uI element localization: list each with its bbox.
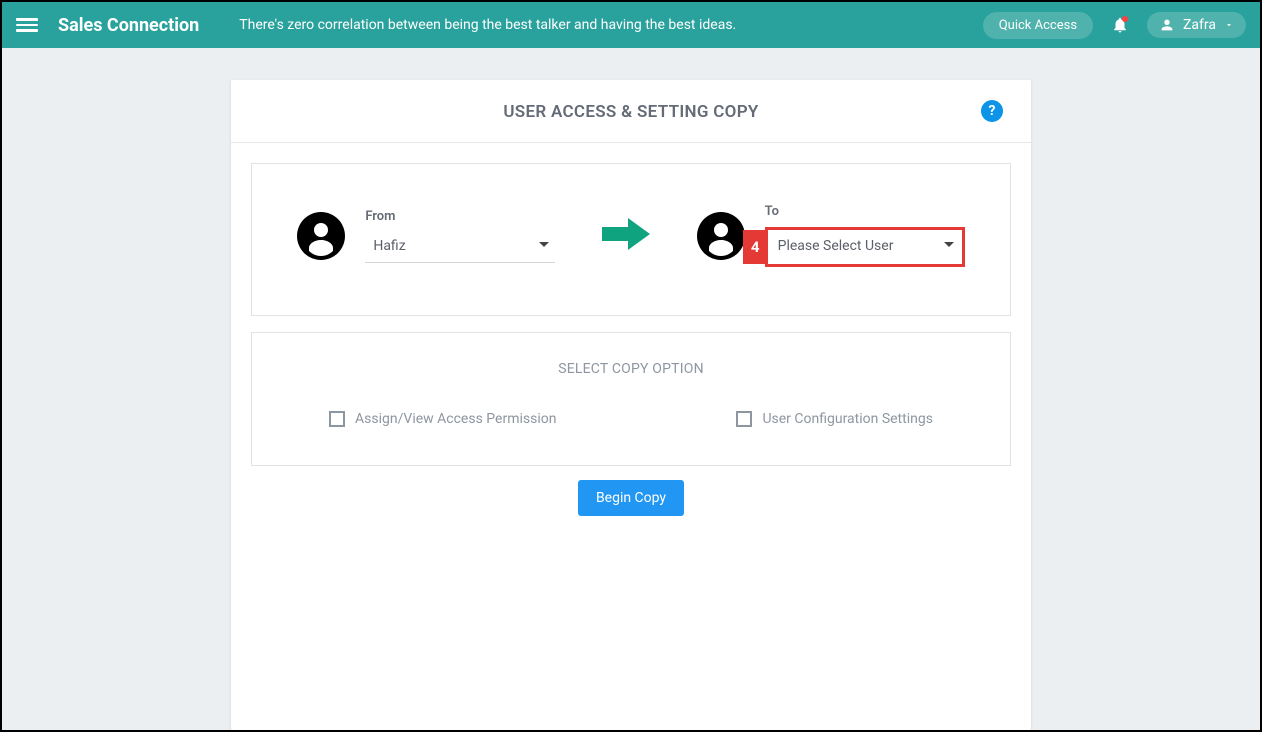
settings-card: USER ACCESS & SETTING COPY ? From Hafiz [231,80,1031,730]
from-label: From [365,209,555,224]
begin-copy-button[interactable]: Begin Copy [578,480,684,516]
to-avatar-icon [697,212,745,260]
help-icon[interactable]: ? [981,100,1003,122]
from-avatar-icon [297,212,345,260]
to-select-highlight: 4 Please Select User [765,227,965,267]
card-header: USER ACCESS & SETTING COPY ? [231,80,1031,143]
checkbox-label-1: Assign/View Access Permission [355,411,556,427]
to-user-select[interactable]: Please Select User [770,232,960,262]
checkbox-label-2: User Configuration Settings [762,411,933,427]
content-area: USER ACCESS & SETTING COPY ? From Hafiz [2,48,1260,730]
copy-option-panel: SELECT COPY OPTION Assign/View Access Pe… [251,332,1011,466]
user-menu-chip[interactable]: Zafra [1147,12,1246,38]
from-to-panel: From Hafiz [251,163,1011,316]
user-name-label: Zafra [1183,17,1216,33]
card-title: USER ACCESS & SETTING COPY [503,102,758,122]
caret-down-icon [944,242,954,247]
quick-access-button[interactable]: Quick Access [983,12,1093,39]
chevron-down-icon [1224,20,1234,30]
from-user-select[interactable]: Hafiz [365,232,555,263]
app-header: Sales Connection There's zero correlatio… [2,2,1260,48]
checkbox-assign-view-access[interactable]: Assign/View Access Permission [329,411,556,427]
tagline-text: There's zero correlation between being t… [239,17,982,33]
checkbox-user-config-settings[interactable]: User Configuration Settings [736,411,933,427]
hamburger-menu-icon[interactable] [16,14,38,36]
callout-badge-4: 4 [743,230,768,264]
arrow-right-icon [600,214,652,258]
copy-option-title: SELECT COPY OPTION [280,361,982,377]
checkbox-icon [329,411,345,427]
card-body: From Hafiz [231,143,1031,556]
to-label: To [765,204,965,219]
from-user-block: From Hafiz [297,209,555,263]
caret-down-icon [539,242,549,247]
notification-dot [1122,16,1128,22]
from-selected-value: Hafiz [365,232,555,263]
notification-bell-icon[interactable] [1111,16,1129,34]
to-placeholder-value: Please Select User [770,232,960,262]
checkbox-icon [736,411,752,427]
to-user-block: To 4 Please Select User [697,204,965,267]
app-title: Sales Connection [58,15,199,36]
